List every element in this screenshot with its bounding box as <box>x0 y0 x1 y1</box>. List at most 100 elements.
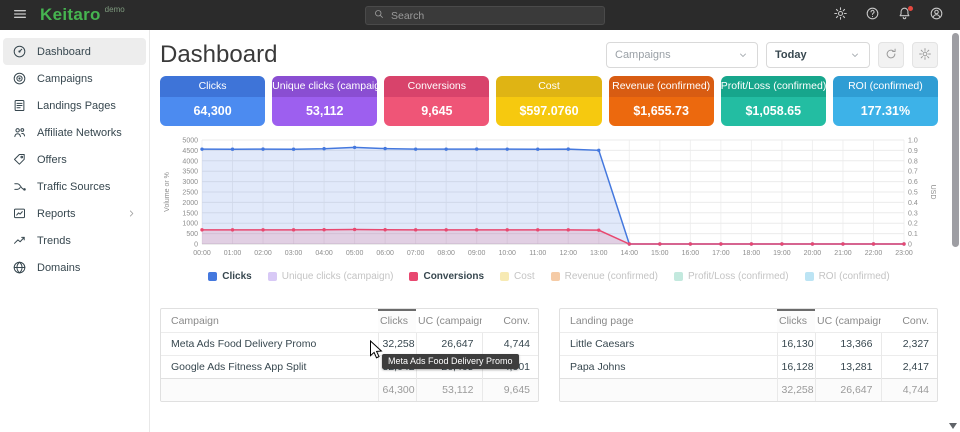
svg-text:20:00: 20:00 <box>804 250 822 257</box>
legend-swatch <box>268 272 277 281</box>
sidebar-item-affiliate-networks[interactable]: Affiliate Networks <box>3 119 146 146</box>
dashboard-settings-button[interactable] <box>912 42 938 68</box>
svg-text:0.1: 0.1 <box>908 231 918 238</box>
svg-text:0.6: 0.6 <box>908 179 918 186</box>
column-header-uc-campaign[interactable]: UC (campaign) <box>815 310 881 332</box>
svg-text:USD: USD <box>929 185 936 200</box>
column-header-uc-campaign[interactable]: UC (campaign) <box>416 310 482 332</box>
stat-card-title: Conversions <box>384 76 489 97</box>
legend-item-revenue-confirmed[interactable]: Revenue (confirmed) <box>551 271 658 282</box>
column-header-landing-page[interactable]: Landing page <box>560 310 777 332</box>
refresh-button[interactable] <box>878 42 904 68</box>
svg-text:08:00: 08:00 <box>437 250 455 257</box>
svg-text:0: 0 <box>194 242 198 249</box>
legend-item-roi-confirmed[interactable]: ROI (confirmed) <box>805 271 890 282</box>
footer-total-clicks-cell: 64,300 <box>378 378 416 401</box>
legend-item-cost[interactable]: Cost <box>500 271 535 282</box>
column-header-conv[interactable]: Conv. <box>482 310 538 332</box>
hamburger-menu-button[interactable] <box>12 6 28 25</box>
stat-card-profit-loss-confirmed: Profit/Loss (confirmed)$1,058.65 <box>721 76 826 126</box>
sidebar-item-label: Traffic Sources <box>37 181 137 193</box>
chevron-down-icon <box>849 49 861 61</box>
search-input[interactable] <box>391 10 597 22</box>
footer-total-name-cell <box>560 378 777 401</box>
mouse-cursor <box>369 340 383 359</box>
table-row[interactable]: Little Caesars16,13013,3662,327 <box>560 332 937 355</box>
name-cell: Papa Johns <box>560 355 777 378</box>
hamburger-icon <box>12 6 28 25</box>
clicks-cell: 32,258 <box>378 332 416 355</box>
column-header-campaign[interactable]: Campaign <box>161 310 378 332</box>
sidebar-item-dashboard[interactable]: Dashboard <box>3 38 146 65</box>
stat-card-value: $1,058.65 <box>721 97 826 126</box>
traffic-chart[interactable]: 0500100015002000250030003500400045005000… <box>160 136 938 262</box>
help-button[interactable] <box>860 3 884 27</box>
footer-total-conv-cell: 4,744 <box>881 378 937 401</box>
help-icon <box>865 6 880 21</box>
stat-card-clicks: Clicks64,300 <box>160 76 265 126</box>
global-search[interactable] <box>365 6 605 25</box>
sidebar-item-domains[interactable]: Domains <box>3 254 146 281</box>
svg-text:04:00: 04:00 <box>315 250 333 257</box>
column-header-conv[interactable]: Conv. <box>881 310 937 332</box>
legend-label: ROI (confirmed) <box>819 271 890 282</box>
name-cell: Little Caesars <box>560 332 777 355</box>
scroll-down-arrow[interactable] <box>949 423 957 429</box>
account-button[interactable] <box>924 3 948 27</box>
gear-icon <box>918 47 932 64</box>
sidebar-item-label: Landings Pages <box>37 100 137 112</box>
stat-card-value: 53,112 <box>272 97 377 126</box>
stat-card-title: Revenue (confirmed) <box>609 76 714 97</box>
campaigns-filter-select[interactable]: Campaigns <box>606 42 758 68</box>
svg-text:4000: 4000 <box>182 158 198 165</box>
logo-demo-badge: demo <box>105 5 125 14</box>
chevron-down-icon <box>737 49 749 61</box>
legend-item-profit-loss-confirmed[interactable]: Profit/Loss (confirmed) <box>674 271 789 282</box>
svg-text:19:00: 19:00 <box>773 250 791 257</box>
sidebar: DashboardCampaigns Landings Pages Affiliat… <box>0 30 150 432</box>
settings-button[interactable] <box>828 3 852 27</box>
refresh-icon <box>884 47 898 64</box>
sidebar-item-traffic-sources[interactable]: Traffic Sources <box>3 173 146 200</box>
legend-item-conversions[interactable]: Conversions <box>409 271 484 282</box>
name-cell: Google Ads Fitness App Split <box>161 355 378 378</box>
legend-item-clicks[interactable]: Clicks <box>208 271 251 282</box>
legend-item-unique-clicks-campaign[interactable]: Unique clicks (campaign) <box>268 271 394 282</box>
svg-text:13:00: 13:00 <box>590 250 608 257</box>
stat-card-revenue-confirmed: Revenue (confirmed)$1,655.73 <box>609 76 714 126</box>
search-icon <box>373 7 385 25</box>
sidebar-item-trends[interactable]: Trends <box>3 227 146 254</box>
svg-text:03:00: 03:00 <box>285 250 303 257</box>
legend-label: Revenue (confirmed) <box>565 271 658 282</box>
stat-card-value: 177.31% <box>833 97 938 126</box>
sidebar-item-campaigns[interactable]: Campaigns <box>3 65 146 92</box>
stat-card-roi-confirmed: ROI (confirmed)177.31% <box>833 76 938 126</box>
help-icon <box>865 6 880 24</box>
gear-icon <box>833 6 848 21</box>
date-range-select[interactable]: Today <box>766 42 870 68</box>
svg-text:1.0: 1.0 <box>908 138 918 145</box>
chevron-down-icon <box>737 49 749 61</box>
chevron-down-icon <box>849 49 861 61</box>
svg-text:0.7: 0.7 <box>908 169 918 176</box>
footer-total-uc-cell: 53,112 <box>416 378 482 401</box>
traffic-chart-container: 0500100015002000250030003500400045005000… <box>160 136 938 267</box>
scrollbar-thumb[interactable] <box>952 33 959 247</box>
notifications-button[interactable] <box>892 3 916 27</box>
sidebar-item-offers[interactable]: Offers <box>3 146 146 173</box>
svg-text:0.3: 0.3 <box>908 210 918 217</box>
stat-card-cost: Cost$597.0760 <box>496 76 601 126</box>
uc-cell: 13,281 <box>815 355 881 378</box>
table-row[interactable]: Meta Ads Food Delivery Promo32,25826,647… <box>161 332 538 355</box>
stat-card-value: $1,655.73 <box>609 97 714 126</box>
document-icon <box>12 98 27 113</box>
column-header-clicks[interactable]: Clicks <box>777 310 815 332</box>
sidebar-item-landings-pages[interactable]: Landings Pages <box>3 92 146 119</box>
legend-label: Clicks <box>222 271 251 282</box>
chevron-right-icon <box>126 208 137 219</box>
table-row[interactable]: Papa Johns16,12813,2812,417 <box>560 355 937 378</box>
svg-text:23:00: 23:00 <box>895 250 913 257</box>
legend-swatch <box>409 272 418 281</box>
column-header-clicks[interactable]: Clicks <box>378 310 416 332</box>
sidebar-item-reports[interactable]: Reports <box>3 200 146 227</box>
